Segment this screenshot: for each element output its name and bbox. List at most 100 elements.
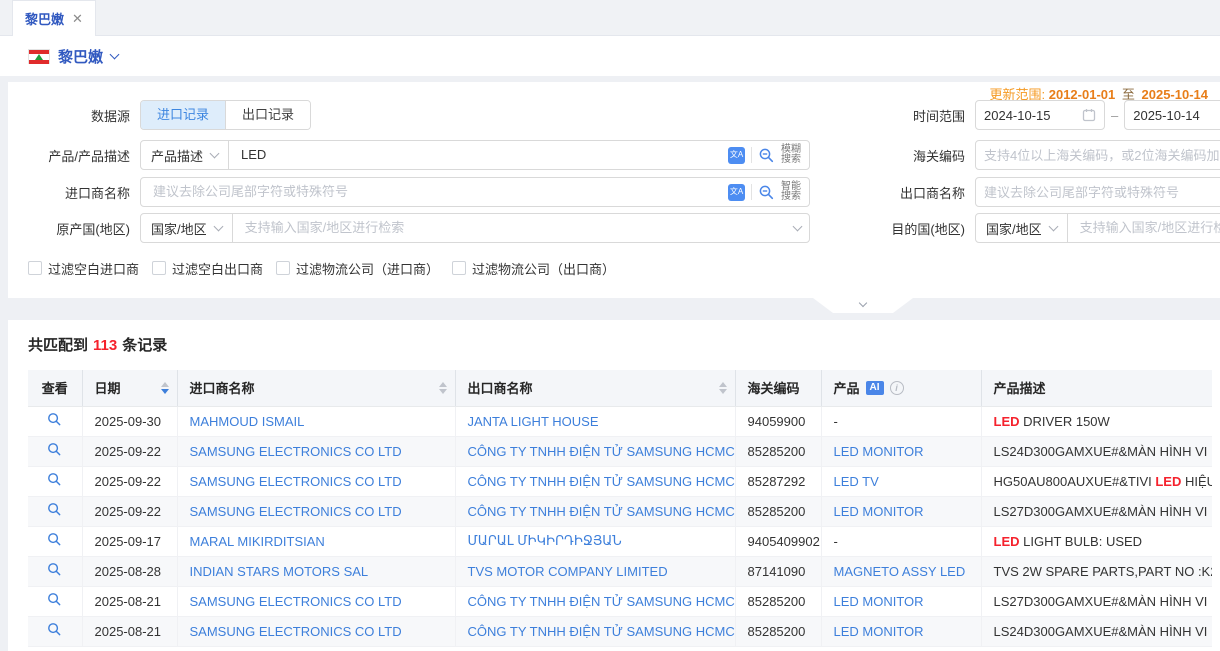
product-search-input[interactable] [239,146,710,163]
product-description: LS27D300GAMXUE#&MÀN HÌNH VI ... [981,586,1212,616]
checkbox-icon[interactable] [276,261,290,275]
country-header: 黎巴嫩 [0,36,1220,76]
importer-link[interactable]: MAHMOUD ISMAIL [190,414,305,429]
exporter-name-value[interactable] [984,185,1220,200]
col-date: 日期 [82,370,177,406]
importer-link[interactable]: SAMSUNG ELECTRONICS CO LTD [190,474,402,489]
end-date-input[interactable] [1124,100,1220,130]
translate-icon[interactable]: 文A [728,147,745,164]
view-record-icon[interactable] [47,502,62,517]
col-hs-code: 海关编码 [735,370,821,406]
hs-code-value[interactable] [984,148,1220,163]
close-icon[interactable]: ✕ [72,12,83,25]
start-date-value[interactable] [984,108,1078,123]
destination-country-select[interactable]: 国家/地区 [976,214,1068,242]
view-record-icon[interactable] [47,592,62,607]
smart-search-button[interactable]: 智能 搜索 [781,182,801,202]
col-description: 产品描述 [981,370,1212,406]
importer-link[interactable]: MARAL MIKIRDITSIAN [190,534,325,549]
exporter-link[interactable]: CÔNG TY TNHH ĐIỆN TỬ SAMSUNG HCMC... [468,624,736,639]
hs-code-value: 85285200 [735,436,821,466]
importer-name-input[interactable] [151,183,710,200]
importer-link[interactable]: SAMSUNG ELECTRONICS CO LTD [190,504,402,519]
importer-link[interactable]: SAMSUNG ELECTRONICS CO LTD [190,594,402,609]
checkbox-icon[interactable] [452,261,466,275]
product-link[interactable]: LED MONITOR [834,444,924,459]
view-record-icon[interactable] [47,532,62,547]
filter-checkbox-0[interactable]: 过滤空白进口商 [28,259,139,278]
importer-link[interactable]: SAMSUNG ELECTRONICS CO LTD [190,624,402,639]
importer-link[interactable]: INDIAN STARS MOTORS SAL [190,564,369,579]
translate-icon[interactable]: 文A [728,184,745,201]
view-record-icon[interactable] [47,472,62,487]
view-record-icon[interactable] [47,562,62,577]
exporter-link[interactable]: CÔNG TY TNHH ĐIỆN TỬ SAMSUNG HCMC... [468,444,736,459]
product-description: LS24D300GAMXUE#&MÀN HÌNH VI ... [981,616,1212,646]
product-link[interactable]: LED MONITOR [834,624,924,639]
hs-code-input[interactable] [975,140,1220,170]
origin-country-select[interactable]: 国家/地区 [141,214,233,242]
collapse-form-button[interactable] [813,298,913,313]
col-product: 产品 AI i [821,370,981,406]
table-row: 2025-09-22 SAMSUNG ELECTRONICS CO LTD CÔNG… [28,466,1212,496]
tab-bar: 黎巴嫩 ✕ [0,0,1220,36]
exporter-link[interactable]: CÔNG TY TNHH ĐIỆN TỬ SAMSUNG HCMC... [468,474,736,489]
product-link[interactable]: MAGNETO ASSY LED [834,564,966,579]
tab-lebanon[interactable]: 黎巴嫩 ✕ [12,0,96,36]
product-description: LS27D300GAMXUE#&MÀN HÌNH VI ... [981,496,1212,526]
filter-checkbox-3[interactable]: 过滤物流公司（出口商） [452,259,615,278]
hs-code-value: 85287292 [735,466,821,496]
product-link[interactable]: LED MONITOR [834,594,924,609]
start-date-input[interactable] [975,100,1105,130]
view-record-icon[interactable] [47,412,62,427]
product-field-select[interactable]: 产品描述 [141,141,229,169]
exporter-link[interactable]: CÔNG TY TNHH ĐIỆN TỬ SAMSUNG HCMC... [468,594,736,609]
exporter-link[interactable]: CÔNG TY TNHH ĐIỆN TỬ SAMSUNG HCMC... [468,504,736,519]
exporter-link[interactable]: ՄԱՐԱԼ ՄԻԿԻՐԴԻՋՅԱՆ [468,533,622,548]
export-records-tab[interactable]: 出口记录 [225,101,310,129]
chevron-down-icon[interactable] [793,221,803,231]
record-date: 2025-09-22 [82,466,177,496]
hs-code-value: 85285200 [735,496,821,526]
info-icon[interactable]: i [890,381,904,395]
fuzzy-search-button[interactable]: 模糊 搜索 [781,145,801,165]
product-label: 产品/产品描述 [8,146,140,165]
view-record-icon[interactable] [47,442,62,457]
filter-checkbox-row: 过滤空白进口商过滤空白出口商过滤物流公司（进口商） 过滤物流公司（出口商） [28,258,615,278]
import-records-tab[interactable]: 进口记录 [141,101,225,129]
fuzzy-search-icon[interactable] [758,147,775,164]
checkbox-label: 过滤空白进口商 [48,259,139,278]
table-header-row: 查看 日期 进口商名称 出口商名称 海关编码 产品 AI [28,370,1212,406]
importer-label: 进口商名称 [8,183,140,202]
end-date-value[interactable] [1133,108,1220,123]
product-link[interactable]: LED TV [834,474,879,489]
view-record-icon[interactable] [47,622,62,637]
product-link[interactable]: LED MONITOR [834,504,924,519]
table-row: 2025-08-28INDIAN STARS MOTORS SALTVS MOT… [28,556,1212,586]
table-row: 2025-08-21 SAMSUNG ELECTRONICS CO LTD CÔNG… [28,586,1212,616]
checkbox-icon[interactable] [28,261,42,275]
record-date: 2025-08-21 [82,586,177,616]
filter-checkbox-2[interactable]: 过滤物流公司（进口商） [276,259,439,278]
origin-country-input[interactable] [243,219,776,236]
chevron-down-icon[interactable] [110,49,120,59]
exporter-link[interactable]: JANTA LIGHT HOUSE [468,414,599,429]
filter-checkbox-1[interactable]: 过滤空白出口商 [152,259,263,278]
hs-code-value: 87141090 [735,556,821,586]
smart-search-icon[interactable] [758,184,775,201]
exporter-link[interactable]: TVS MOTOR COMPANY LIMITED [468,564,668,579]
importer-link[interactable]: SAMSUNG ELECTRONICS CO LTD [190,444,402,459]
destination-country-input[interactable] [1078,219,1220,236]
country-name[interactable]: 黎巴嫩 [58,46,103,67]
exporter-name-input[interactable] [975,177,1220,207]
calendar-icon[interactable] [1082,108,1096,122]
origin-label: 原产国(地区) [8,219,140,238]
col-importer: 进口商名称 [177,370,455,406]
importer-sort-button[interactable] [439,382,447,394]
time-range-label: 时间范围 [860,106,975,125]
exporter-sort-button[interactable] [719,382,727,394]
table-row: 2025-09-17MARAL MIKIRDITSIANՄԱՐԱԼ ՄԻԿԻՐԴ… [28,526,1212,556]
results-panel: 共匹配到113条记录 查看 日期 进口商名称 出口商名称 [8,320,1220,651]
date-sort-button[interactable] [161,382,169,394]
checkbox-icon[interactable] [152,261,166,275]
